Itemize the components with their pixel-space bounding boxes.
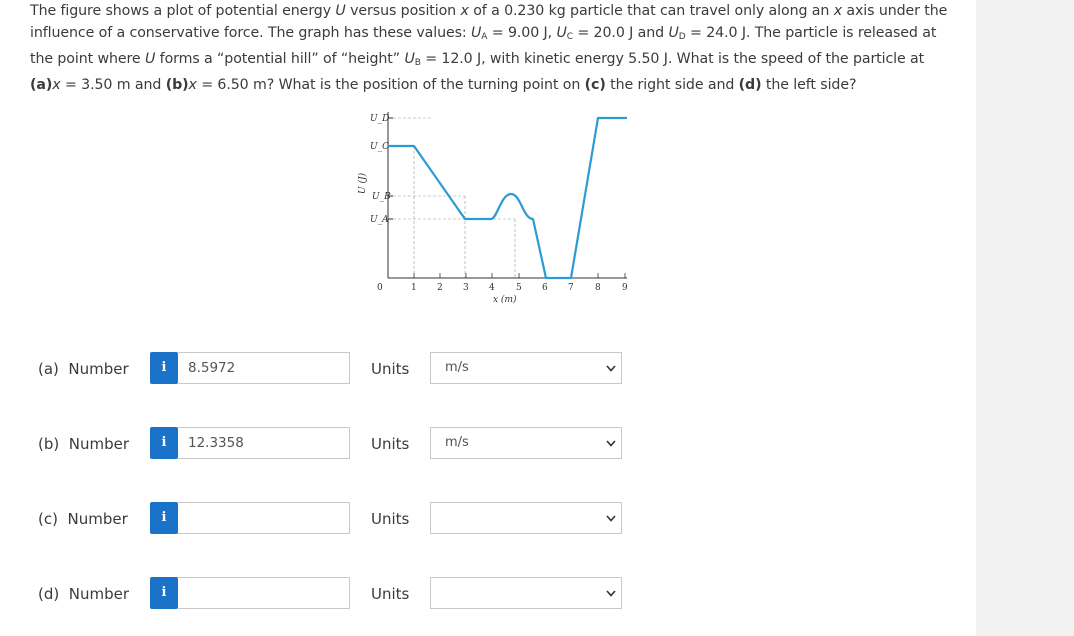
- number-input[interactable]: 8.5972: [178, 352, 350, 384]
- x-axis-label: x (m): [493, 294, 517, 305]
- question-panel: The figure shows a plot of potential ene…: [0, 0, 976, 636]
- units-label: Units: [371, 510, 410, 528]
- answer-label: (a) Number: [38, 360, 129, 378]
- xtick-label: 2: [437, 283, 443, 293]
- info-icon[interactable]: i: [150, 427, 178, 459]
- chevron-down-icon: [606, 515, 616, 522]
- number-input[interactable]: [178, 577, 350, 609]
- xtick-label: 1: [411, 283, 417, 293]
- answer-row-b: (b) Number i 12.3358 Units m/s: [0, 427, 976, 461]
- number-input[interactable]: 12.3358: [178, 427, 350, 459]
- units-select[interactable]: [430, 502, 622, 534]
- units-select[interactable]: [430, 577, 622, 609]
- xtick-label: 7: [568, 283, 574, 293]
- ytick-zero: 0: [377, 283, 383, 293]
- units-label: Units: [371, 435, 410, 453]
- answer-row-c: (c) Number i Units: [0, 502, 976, 536]
- units-select[interactable]: m/s: [430, 352, 622, 384]
- ytick-ua: U_A: [370, 215, 389, 225]
- answer-label: (c) Number: [38, 510, 128, 528]
- units-label: Units: [371, 585, 410, 603]
- ytick-ub: U_B: [372, 192, 391, 202]
- chevron-down-icon: [606, 440, 616, 447]
- units-select[interactable]: m/s: [430, 427, 622, 459]
- answer-row-a: (a) Number i 8.5972 Units m/s: [0, 352, 976, 386]
- xtick-label: 6: [542, 283, 548, 293]
- info-icon[interactable]: i: [150, 352, 178, 384]
- ytick-uc: U_C: [370, 142, 389, 152]
- answer-row-d: (d) Number i Units: [0, 577, 976, 611]
- number-input[interactable]: [178, 502, 350, 534]
- answer-label: (d) Number: [38, 585, 130, 603]
- units-label: Units: [371, 360, 410, 378]
- units-select-value: m/s: [445, 435, 469, 450]
- xtick-label: 8: [595, 283, 601, 293]
- chevron-down-icon: [606, 590, 616, 597]
- xtick-label: 5: [516, 283, 522, 293]
- y-axis-label: U (J): [357, 172, 368, 194]
- question-text: The figure shows a plot of potential ene…: [30, 3, 948, 93]
- ytick-ud: U_D: [370, 114, 389, 124]
- chevron-down-icon: [606, 365, 616, 372]
- potential-curve: [388, 116, 627, 280]
- answer-label: (b) Number: [38, 435, 130, 453]
- info-icon[interactable]: i: [150, 577, 178, 609]
- xtick-label: 4: [489, 283, 495, 293]
- xtick-label: 9: [622, 283, 628, 293]
- units-select-value: m/s: [445, 360, 469, 375]
- info-icon[interactable]: i: [150, 502, 178, 534]
- potential-energy-figure: U_D U_C U_B U_A 0 U (J) 1 2 3 4 5 6 7 8 9 x (m): [357, 112, 628, 305]
- xtick-label: 3: [463, 283, 469, 293]
